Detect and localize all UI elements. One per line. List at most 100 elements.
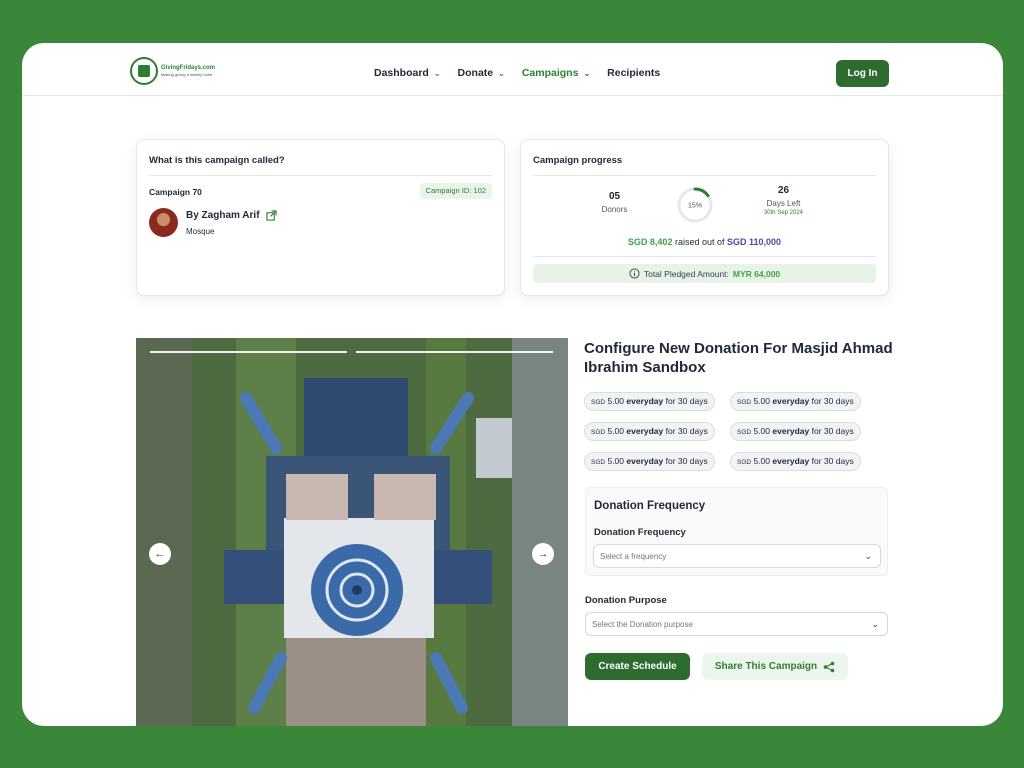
- next-slide-button[interactable]: →: [532, 543, 554, 565]
- main-nav: Dashboard ⌄ Donate ⌄ Campaigns ⌄ Recipie…: [374, 67, 677, 79]
- chip-duration: for 30 days: [665, 426, 708, 436]
- logo-name: GivingFridays.com: [161, 65, 216, 71]
- share-campaign-button[interactable]: Share This Campaign: [702, 653, 848, 680]
- chip-amount: 5.00: [607, 456, 625, 466]
- chip-amount: 5.00: [607, 426, 625, 436]
- chip-currency: SGD: [737, 459, 752, 466]
- frequency-select[interactable]: Select a frequency ⌄: [593, 544, 881, 568]
- chip-frequency: everyday: [626, 396, 664, 406]
- chip-duration: for 30 days: [811, 396, 854, 406]
- progress-percent: 15%: [688, 203, 702, 210]
- author-type: Mosque: [186, 227, 215, 236]
- nav-campaigns[interactable]: Campaigns ⌄: [522, 67, 590, 79]
- campaign-name: Campaign 70: [149, 187, 202, 197]
- previous-slide-button[interactable]: ←: [149, 543, 171, 565]
- campaign-image-slider[interactable]: ← →: [136, 338, 568, 726]
- mosque-aerial-image: [136, 338, 568, 726]
- share-campaign-label: Share This Campaign: [714, 661, 818, 672]
- nav-dashboard[interactable]: Dashboard ⌄: [374, 67, 441, 79]
- chevron-down-icon: ⌄: [498, 68, 505, 78]
- chip-currency: SGD: [737, 399, 752, 406]
- campaign-id-badge: Campaign ID: 102: [419, 183, 492, 199]
- logo-wordmark: GivingFridays.com Making giving a weekly…: [161, 65, 215, 77]
- end-date: 30th Sep 2024: [763, 210, 804, 216]
- pledged-banner: Total Pledged Amount: MYR 64,000: [533, 264, 876, 283]
- nav-recipients[interactable]: Recipients: [607, 67, 660, 79]
- chip-amount: 5.00: [753, 396, 771, 406]
- logo-tagline: Making giving a weekly habit: [161, 72, 212, 77]
- share-icon: [823, 661, 835, 672]
- avatar: [149, 208, 178, 237]
- info-icon: [629, 268, 640, 279]
- frequency-section: Donation Frequency Donation Frequency Se…: [585, 487, 888, 576]
- chip-frequency: everyday: [626, 426, 664, 436]
- donation-preset-chip[interactable]: SGD 5.00 everyday for 30 days: [730, 392, 861, 411]
- campaign-card-title: What is this campaign called?: [149, 155, 285, 166]
- frequency-label: Donation Frequency: [594, 527, 686, 538]
- app-window: GivingFridays.com Making giving a weekly…: [22, 43, 1003, 726]
- login-button[interactable]: Log In: [836, 60, 889, 87]
- chip-frequency: everyday: [772, 426, 810, 436]
- chip-duration: for 30 days: [665, 456, 708, 466]
- donors-stat: 05 Donors: [587, 191, 642, 214]
- chip-currency: SGD: [591, 429, 606, 436]
- chip-currency: SGD: [737, 429, 752, 436]
- donors-label: Donors: [601, 205, 628, 214]
- days-left-stat: 26 Days Left 30th Sep 2024: [746, 185, 821, 216]
- divider: [533, 175, 876, 176]
- chip-frequency: everyday: [772, 456, 810, 466]
- chevron-down-icon: ⌄: [871, 619, 879, 629]
- purpose-placeholder: Select the Donation purpose: [592, 619, 693, 629]
- arrow-right-icon: →: [537, 548, 549, 560]
- days-left-count: 26: [777, 185, 790, 196]
- author-name: By Zagham Arif: [186, 210, 260, 221]
- donation-preset-chip[interactable]: SGD 5.00 everyday for 30 days: [584, 392, 715, 411]
- create-schedule-button[interactable]: Create Schedule: [585, 653, 690, 680]
- chip-duration: for 30 days: [665, 396, 708, 406]
- chip-currency: SGD: [591, 459, 606, 466]
- raised-text: raised out of: [674, 237, 725, 247]
- chevron-down-icon: ⌄: [433, 68, 441, 78]
- divider: [149, 175, 492, 176]
- pledged-label: Total Pledged Amount:: [643, 268, 729, 279]
- chip-duration: for 30 days: [811, 426, 854, 436]
- progress-ring: 15%: [677, 187, 713, 223]
- donation-preset-chip[interactable]: SGD 5.00 everyday for 30 days: [730, 422, 861, 441]
- site-logo[interactable]: GivingFridays.com Making giving a weekly…: [130, 57, 215, 85]
- chip-frequency: everyday: [772, 396, 810, 406]
- divider: [533, 256, 876, 257]
- donors-count: 05: [608, 191, 621, 202]
- slide-indicator-2[interactable]: [356, 351, 553, 353]
- arrow-left-icon: ←: [154, 548, 166, 560]
- campaign-progress-card: Campaign progress 05 Donors 15% 26 Days …: [520, 139, 889, 296]
- nav-campaigns-label: Campaigns: [521, 67, 579, 79]
- chip-duration: for 30 days: [811, 456, 854, 466]
- frequency-placeholder: Select a frequency: [600, 551, 667, 561]
- donation-form-title: Configure New Donation For Masjid Ahmad …: [584, 340, 893, 376]
- chip-frequency: everyday: [626, 456, 664, 466]
- nav-dashboard-label: Dashboard: [374, 67, 429, 79]
- chip-currency: SGD: [591, 399, 606, 406]
- logo-icon: [130, 57, 158, 85]
- pledged-amount: MYR 64,000: [732, 268, 781, 279]
- donation-preset-chip[interactable]: SGD 5.00 everyday for 30 days: [584, 422, 715, 441]
- frequency-section-title: Donation Frequency: [594, 500, 706, 512]
- top-navbar: GivingFridays.com Making giving a weekly…: [22, 43, 1003, 96]
- external-link-icon[interactable]: [265, 210, 277, 221]
- nav-donate-label: Donate: [457, 67, 494, 79]
- days-left-label: Days Left: [766, 199, 801, 208]
- progress-card-title: Campaign progress: [533, 155, 623, 166]
- donation-preset-chip[interactable]: SGD 5.00 everyday for 30 days: [730, 452, 861, 471]
- purpose-label: Donation Purpose: [585, 595, 667, 606]
- raised-amount: SGD 8,402: [627, 237, 673, 247]
- purpose-select[interactable]: Select the Donation purpose ⌄: [585, 612, 888, 636]
- author-link[interactable]: By Zagham Arif: [186, 210, 277, 221]
- nav-recipients-label: Recipients: [607, 67, 661, 79]
- slide-indicator-1[interactable]: [150, 351, 347, 353]
- nav-donate[interactable]: Donate ⌄: [458, 67, 505, 79]
- campaign-info-card: What is this campaign called? Campaign 7…: [136, 139, 505, 296]
- donation-preset-chip[interactable]: SGD 5.00 everyday for 30 days: [584, 452, 715, 471]
- chip-amount: 5.00: [753, 426, 771, 436]
- raised-summary: SGD 8,402 raised out of SGD 110,000: [521, 237, 888, 247]
- chip-amount: 5.00: [607, 396, 625, 406]
